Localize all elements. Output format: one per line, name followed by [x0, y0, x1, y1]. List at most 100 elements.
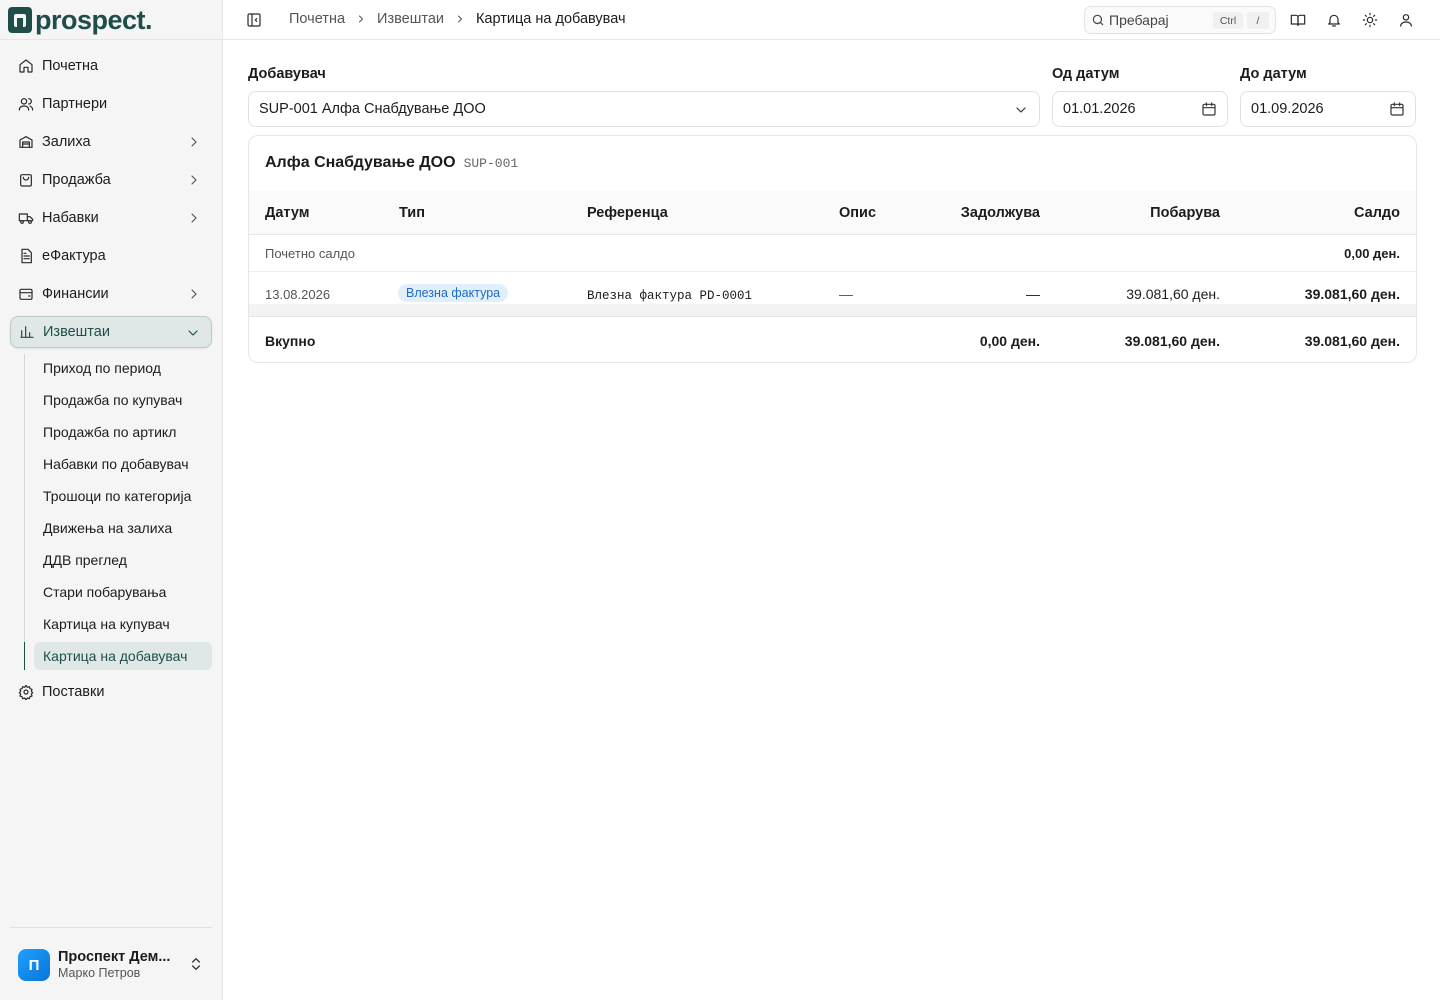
supplier-select-value: SUP-001 Алфа Снабдување ДОО	[259, 101, 486, 117]
logo-mark-icon	[8, 7, 32, 33]
logo-text: prospect.	[35, 5, 153, 35]
topbar: Почетна Извештаи Картица на добавувач Ct…	[223, 0, 1440, 40]
subnav-item-sales-by-item[interactable]: Продажба по артикл	[34, 418, 212, 446]
search-icon	[1091, 13, 1105, 27]
subnav-item-purchases-by-supplier[interactable]: Набавки по добавувач	[34, 450, 212, 478]
table-row-opening-balance: Почетно салдо 0,00 ден.	[249, 235, 1416, 272]
chevrons-up-down-icon	[188, 956, 204, 972]
avatar: П	[18, 949, 50, 981]
from-date-field[interactable]	[1052, 91, 1228, 127]
sidebar-nav: Почетна Партнери Залиха Продажба Набавки	[10, 50, 212, 714]
sidebar-item-inventory[interactable]: Залиха	[10, 126, 212, 158]
column-header-description: Опис	[839, 205, 877, 221]
chevron-down-icon	[1013, 102, 1029, 118]
subnav-item-sales-by-customer[interactable]: Продажба по купувач	[34, 386, 212, 414]
breadcrumb-reports[interactable]: Извештаи	[377, 11, 444, 27]
to-date-field[interactable]	[1240, 91, 1416, 127]
table-header: Датум Тип Референца Опис Задолжува Побар…	[249, 191, 1416, 235]
main-content: Почетна Извештаи Картица на добавувач Ct…	[223, 0, 1440, 1000]
home-icon	[18, 58, 34, 74]
warehouse-icon	[18, 134, 34, 150]
column-header-reference: Референца	[587, 205, 668, 221]
chevron-right-icon	[355, 13, 367, 25]
sidebar-item-label: Набавки	[42, 210, 99, 226]
user-switcher[interactable]: П Проспект Дем... Марко Петров	[18, 948, 212, 982]
sidebar-item-sales[interactable]: Продажба	[10, 164, 212, 196]
reports-subnav: Приход по период Продажба по купувач Про…	[24, 354, 212, 670]
sidebar-item-einvoice[interactable]: еФактура	[10, 240, 212, 272]
subnav-item-vat-overview[interactable]: ДДВ преглед	[34, 546, 212, 574]
supplier-label: Добавувач	[248, 66, 326, 82]
cell-date: 13.08.2026	[265, 287, 331, 302]
sidebar-item-label: еФактура	[42, 248, 106, 264]
supplier-name: Алфа Снабдување ДОО	[265, 154, 456, 171]
search-box[interactable]: Ctrl /	[1084, 6, 1276, 34]
bell-icon[interactable]	[1326, 12, 1342, 28]
to-date-input[interactable]	[1251, 101, 1371, 117]
user-icon[interactable]	[1398, 12, 1414, 28]
sidebar-item-reports[interactable]: Извештаи	[10, 316, 212, 348]
sidebar-item-label: Поставки	[42, 684, 105, 700]
total-debit: 0,00 ден.	[979, 333, 1040, 349]
subnav-item-supplier-ledger[interactable]: Картица на добавувач	[34, 642, 212, 670]
chevron-right-icon	[186, 286, 202, 302]
column-header-debit: Задолжува	[960, 205, 1040, 221]
user-info: Проспект Дем... Марко Петров	[58, 949, 170, 981]
chevron-right-icon	[186, 172, 202, 188]
sidebar-item-label: Почетна	[42, 58, 99, 74]
subnav-item-aging-receivables[interactable]: Стари побарувања	[34, 578, 212, 606]
sidebar-item-purchases[interactable]: Набавки	[10, 202, 212, 234]
search-input[interactable]	[1109, 12, 1209, 28]
subnav-item-customer-ledger[interactable]: Картица на купувач	[34, 610, 212, 638]
total-label: Вкупно	[265, 333, 316, 349]
column-header-type: Тип	[399, 205, 425, 221]
sidebar-item-partners[interactable]: Партнери	[10, 88, 212, 120]
sidebar-bottom-divider	[10, 927, 212, 928]
logo[interactable]: prospect.	[8, 5, 153, 35]
subnav-item-inventory-movements[interactable]: Движења на залиха	[34, 514, 212, 542]
app-root: prospect. Почетна Партнери Залиха Продаж…	[0, 0, 1440, 1000]
supplier-select[interactable]: SUP-001 Алфа Снабдување ДОО	[248, 91, 1040, 127]
breadcrumb: Почетна Извештаи Картица на добавувач	[289, 11, 626, 27]
chevron-right-icon	[454, 13, 466, 25]
sidebar-item-settings[interactable]: Поставки	[10, 676, 212, 708]
shortcut-key-ctrl: Ctrl	[1213, 12, 1243, 29]
users-icon	[18, 96, 34, 112]
subnav-item-expenses-by-category[interactable]: Трошоци по категорија	[34, 482, 212, 510]
opening-balance-label: Почетно салдо	[265, 246, 355, 261]
subnav-active-indicator	[24, 642, 25, 670]
column-header-date: Датум	[265, 205, 310, 221]
sidebar-toggle-icon[interactable]	[246, 12, 262, 28]
supplier-ledger-card: Алфа Снабдување ДОО SUP-001 Датум Тип Ре…	[248, 135, 1417, 363]
truck-icon	[18, 210, 34, 226]
sidebar-item-label: Залиха	[42, 134, 91, 150]
column-header-balance: Салдо	[1354, 205, 1400, 221]
sidebar-item-label: Продажба	[42, 172, 111, 188]
chevron-right-icon	[186, 210, 202, 226]
book-open-icon[interactable]	[1290, 12, 1306, 28]
chevron-down-icon	[185, 325, 201, 341]
cell-reference: Влезна фактура PD-0001	[587, 289, 753, 303]
wallet-icon	[18, 286, 34, 302]
from-date-label: Од датум	[1052, 66, 1120, 82]
cell-credit: 39.081,60 ден.	[1126, 286, 1220, 302]
from-date-input[interactable]	[1063, 101, 1183, 117]
table-row-total: Вкупно 0,00 ден. 39.081,60 ден. 39.081,6…	[249, 318, 1416, 362]
type-badge: Влезна фактура	[398, 284, 509, 302]
bar-chart-icon	[19, 324, 35, 340]
sun-icon[interactable]	[1362, 12, 1378, 28]
file-text-icon	[18, 248, 34, 264]
calendar-icon[interactable]	[1389, 101, 1405, 117]
calendar-icon[interactable]	[1201, 101, 1217, 117]
sidebar-item-home[interactable]: Почетна	[10, 50, 212, 82]
sidebar-top-divider	[0, 39, 222, 40]
subnav-item-income-by-period[interactable]: Приход по период	[34, 354, 212, 382]
supplier-code: SUP-001	[463, 156, 519, 171]
sidebar-item-label: Партнери	[42, 96, 108, 112]
chevron-right-icon	[186, 134, 202, 150]
card-header: Алфа Снабдување ДОО SUP-001	[265, 154, 518, 172]
table-row[interactable]: 13.08.2026 Влезна фактура Влезна фактура…	[249, 272, 1416, 306]
cell-debit: —	[1026, 286, 1040, 302]
breadcrumb-home[interactable]: Почетна	[289, 11, 345, 27]
sidebar-item-finance[interactable]: Финансии	[10, 278, 212, 310]
